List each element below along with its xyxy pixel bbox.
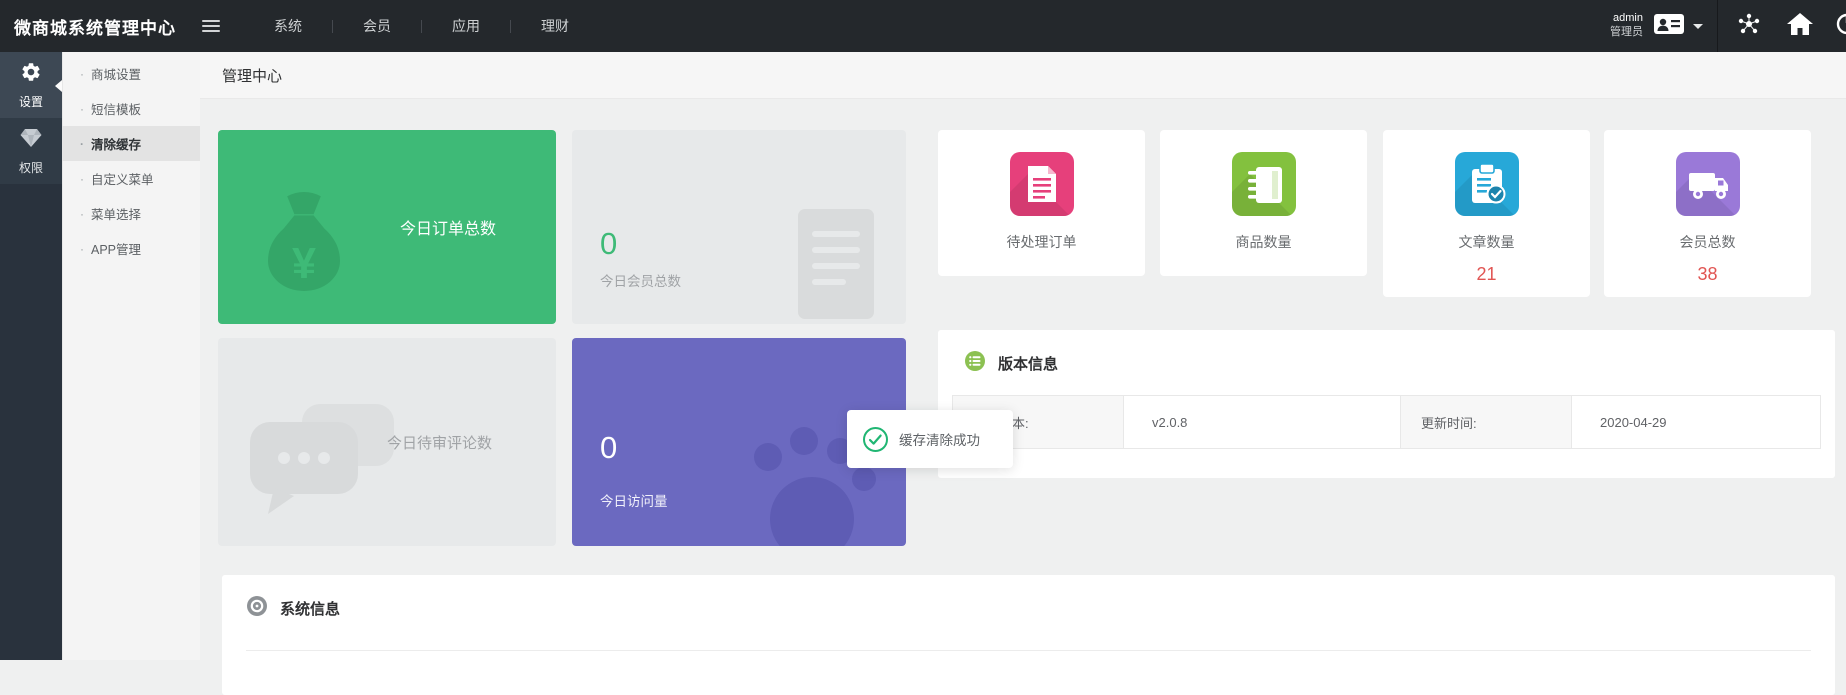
power-icon <box>1834 11 1846 42</box>
stat-card-value: 0 <box>600 226 617 262</box>
share-button[interactable] <box>1736 11 1762 42</box>
shortcut-card-value: 21 <box>1383 264 1590 285</box>
gear-icon <box>20 61 42 88</box>
money-bag-icon: ¥ <box>244 189 364 314</box>
navbar-divider <box>1717 0 1718 52</box>
bullet-icon: · <box>80 172 84 186</box>
top-navbar: 微商城系统管理中心 系统 会员 应用 理财 admin 管理员 <box>0 0 1846 52</box>
rail-item-label: 设置 <box>19 93 43 110</box>
hamburger-icon <box>202 20 220 32</box>
system-info-panel: 系统信息 <box>222 575 1835 695</box>
version-panel-header: 版本信息 <box>938 330 1835 391</box>
share-network-icon <box>1736 11 1762 42</box>
svg-text:¥: ¥ <box>292 240 316 288</box>
notebook-icon <box>1232 152 1296 216</box>
stat-card-label: 今日访问量 <box>600 490 668 510</box>
id-card-icon <box>1653 12 1685 41</box>
bullet-icon: · <box>80 207 84 221</box>
home-button[interactable] <box>1786 11 1814 42</box>
content-header: 管理中心 <box>200 52 1846 99</box>
chevron-down-icon <box>1693 24 1703 29</box>
shortcut-card-pending-orders[interactable]: 待处理订单 <box>938 130 1145 276</box>
update-time-label-cell: 更新时间: <box>1401 396 1572 448</box>
home-icon <box>1786 11 1814 42</box>
comments-icon <box>244 396 404 531</box>
sidebar-toggle-button[interactable] <box>202 17 220 35</box>
submenu-item-label: APP管理 <box>91 239 141 258</box>
order-document-icon <box>1010 152 1074 216</box>
shortcut-card-label: 待处理订单 <box>938 232 1145 252</box>
clipboard-check-icon <box>1455 152 1519 216</box>
menu-item-apps[interactable]: 应用 <box>422 0 510 52</box>
system-panel-title: 系统信息 <box>280 598 340 619</box>
truck-icon <box>1676 152 1740 216</box>
shortcut-card-label: 商品数量 <box>1160 232 1367 252</box>
submenu-item-label: 菜单选择 <box>91 204 141 223</box>
navbar-right-cluster: admin 管理员 <box>1610 0 1846 52</box>
bullet-icon: · <box>80 137 84 151</box>
submenu-item-app-manage[interactable]: · APP管理 <box>62 231 200 266</box>
shortcut-card-value: 38 <box>1604 264 1811 285</box>
version-panel-title: 版本信息 <box>998 353 1058 374</box>
stat-card-value: 0 <box>600 430 617 466</box>
bullet-icon: · <box>80 67 84 81</box>
version-table: 程序版本: v2.0.8 更新时间: 2020-04-29 <box>952 395 1821 449</box>
app-logo: 微商城系统管理中心 <box>14 14 176 39</box>
stat-card-orders-today[interactable]: ¥ 今日订单总数 <box>218 130 556 324</box>
stat-card-label: 今日订单总数 <box>400 130 496 324</box>
bullet-icon: · <box>80 102 84 116</box>
sidebar-submenu: · 商城设置 · 短信模板 · 清除缓存 · 自定义菜单 · 菜单选择 · AP… <box>62 52 200 660</box>
document-icon <box>784 203 888 324</box>
shortcut-card-label: 文章数量 <box>1383 232 1590 252</box>
submenu-item-label: 商城设置 <box>91 64 141 83</box>
version-value-cell: v2.0.8 <box>1124 396 1401 448</box>
user-role: 管理员 <box>1610 26 1643 40</box>
submenu-item-label: 清除缓存 <box>91 134 141 153</box>
submenu-item-clear-cache[interactable]: · 清除缓存 <box>62 126 200 161</box>
logout-button[interactable] <box>1834 11 1846 42</box>
main-menu: 系统 会员 应用 理财 <box>244 0 599 52</box>
gem-icon <box>19 127 43 154</box>
menu-item-member[interactable]: 会员 <box>333 0 421 52</box>
system-panel-divider <box>246 650 1811 651</box>
shortcut-card-label: 会员总数 <box>1604 232 1811 252</box>
submenu-item-label: 短信模板 <box>91 99 141 118</box>
page-title: 管理中心 <box>222 65 282 86</box>
system-record-icon <box>246 595 268 622</box>
update-time-value-cell: 2020-04-29 <box>1572 396 1820 448</box>
system-panel-header: 系统信息 <box>222 575 1835 636</box>
submenu-item-menu-select[interactable]: · 菜单选择 <box>62 196 200 231</box>
submenu-item-mall-settings[interactable]: · 商城设置 <box>62 56 200 91</box>
bullet-icon: · <box>80 242 84 256</box>
check-circle-icon <box>862 426 889 453</box>
stat-card-pending-comments[interactable]: 今日待审评论数 <box>218 338 556 546</box>
shortcut-card-product-count[interactable]: 商品数量 <box>1160 130 1367 276</box>
sidebar-rail: 设置 权限 <box>0 52 62 660</box>
shortcut-card-member-total[interactable]: 会员总数 38 <box>1604 130 1811 297</box>
stat-card-label: 今日会员总数 <box>600 270 681 290</box>
rail-item-permissions[interactable]: 权限 <box>0 118 62 184</box>
stat-card-members-today[interactable]: 0 今日会员总数 <box>572 130 906 324</box>
rail-item-settings[interactable]: 设置 <box>0 52 62 118</box>
success-toast: 缓存清除成功 <box>847 410 1013 468</box>
submenu-item-label: 自定义菜单 <box>91 169 154 188</box>
toast-message: 缓存清除成功 <box>899 429 980 449</box>
menu-item-system[interactable]: 系统 <box>244 0 332 52</box>
version-info-panel: 版本信息 程序版本: v2.0.8 更新时间: 2020-04-29 <box>938 330 1835 478</box>
user-info[interactable]: admin 管理员 <box>1610 12 1643 40</box>
submenu-item-sms-template[interactable]: · 短信模板 <box>62 91 200 126</box>
stat-card-label: 今日待审评论数 <box>387 338 492 546</box>
version-list-icon <box>964 350 986 377</box>
active-rail-pointer <box>55 80 62 92</box>
user-name: admin <box>1610 12 1643 26</box>
menu-item-finance[interactable]: 理财 <box>511 0 599 52</box>
rail-item-label: 权限 <box>19 159 43 176</box>
submenu-item-custom-menu[interactable]: · 自定义菜单 <box>62 161 200 196</box>
shortcut-card-article-count[interactable]: 文章数量 21 <box>1383 130 1590 297</box>
user-menu-button[interactable] <box>1653 12 1717 41</box>
